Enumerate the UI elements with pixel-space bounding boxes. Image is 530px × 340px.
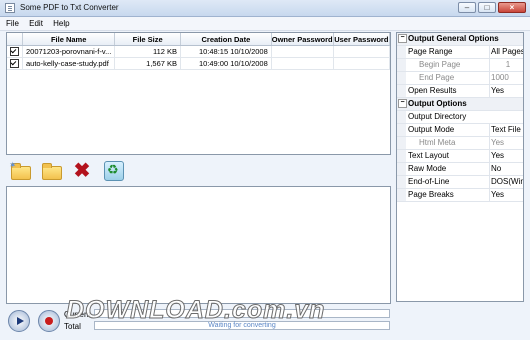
table-row[interactable]: 20071203-porovnani-f-v... 112 KB 10:48:1… — [7, 45, 391, 58]
row-checkbox[interactable] — [10, 59, 19, 68]
maximize-button[interactable]: □ — [478, 2, 496, 13]
col-check[interactable] — [7, 33, 23, 46]
creation-date-cell: 10:48:15 10/10/2008 — [180, 45, 272, 58]
start-convert-button[interactable] — [8, 310, 30, 332]
prop-label: Text Layout — [408, 151, 449, 160]
file-size-cell: 112 KB — [114, 45, 182, 58]
col-file-size[interactable]: File Size — [114, 33, 182, 46]
prop-value[interactable]: Yes — [489, 85, 523, 97]
prop-value[interactable]: Text File — [489, 124, 523, 136]
prop-label: Output Directory — [408, 112, 467, 121]
prop-output-directory[interactable]: Output Directory — [397, 111, 523, 124]
col-file-name[interactable]: File Name — [22, 33, 116, 46]
watermark: DOWNLOAD.com.vn — [65, 296, 326, 325]
file-toolbar: ✶ ✖ — [6, 158, 391, 186]
properties-panel[interactable]: Output General Options Page Range All Pag… — [396, 32, 524, 302]
file-list[interactable]: File Name File Size Creation Date Owner … — [6, 32, 391, 155]
prop-value: 1000 — [489, 72, 523, 84]
window-controls: – □ × — [458, 2, 526, 13]
menu-bar: File Edit Help — [0, 17, 530, 31]
menu-edit[interactable]: Edit — [29, 17, 43, 31]
window-title: Some PDF to Txt Converter — [20, 3, 119, 12]
prop-end-of-line[interactable]: End-of-Line DOS(Wind — [397, 176, 523, 189]
prop-raw-mode[interactable]: Raw Mode No — [397, 163, 523, 176]
prop-label: Raw Mode — [408, 164, 447, 173]
file-name-cell: 20071203-porovnani-f-v... — [22, 45, 116, 58]
owner-password-cell[interactable] — [271, 45, 334, 58]
prop-value[interactable]: Yes — [489, 189, 523, 201]
file-size-cell: 1,567 KB — [114, 57, 182, 70]
category-output-general-options[interactable]: Output General Options — [397, 33, 523, 46]
app-icon — [5, 3, 15, 13]
prop-end-page: End Page 1000 — [397, 72, 523, 85]
prop-value: Yes — [489, 137, 523, 149]
prop-page-range[interactable]: Page Range All Pages — [397, 46, 523, 59]
table-row[interactable]: auto-kelly-case-study.pdf 1,567 KB 10:49… — [7, 57, 391, 70]
prop-open-results[interactable]: Open Results Yes — [397, 85, 523, 98]
prop-label: End-of-Line — [408, 177, 450, 186]
prop-output-mode[interactable]: Output Mode Text File — [397, 124, 523, 137]
prop-label: Begin Page — [419, 60, 461, 69]
file-name-cell: auto-kelly-case-study.pdf — [22, 57, 116, 70]
menu-help[interactable]: Help — [53, 17, 69, 31]
col-owner-password[interactable]: Owner Password — [271, 33, 334, 46]
user-password-cell[interactable] — [333, 57, 391, 70]
stop-button[interactable] — [38, 310, 60, 332]
prop-label: Page Breaks — [408, 190, 454, 199]
clear-icon[interactable] — [104, 161, 124, 181]
prop-html-meta: Html Meta Yes — [397, 137, 523, 150]
col-user-password[interactable]: User Password — [333, 33, 391, 46]
menu-file[interactable]: File — [6, 17, 19, 31]
prop-value[interactable]: Yes — [489, 150, 523, 162]
prop-value[interactable]: DOS(Wind — [489, 176, 523, 188]
prop-value: 1 — [489, 59, 523, 71]
prop-label: Output Mode — [408, 125, 455, 134]
open-folder-icon[interactable] — [42, 163, 62, 180]
owner-password-cell[interactable] — [271, 57, 334, 70]
minimize-button[interactable]: – — [458, 2, 476, 13]
category-label: Output General Options — [408, 34, 499, 43]
file-list-header: File Name File Size Creation Date Owner … — [7, 33, 391, 46]
title-bar: Some PDF to Txt Converter – □ × — [0, 0, 530, 17]
prop-label: Page Range — [408, 47, 453, 56]
close-button[interactable]: × — [498, 2, 526, 13]
prop-page-breaks[interactable]: Page Breaks Yes — [397, 189, 523, 202]
prop-label: Open Results — [408, 86, 457, 95]
prop-value[interactable]: All Pages — [489, 46, 523, 58]
category-label: Output Options — [408, 99, 467, 108]
prop-text-layout[interactable]: Text Layout Yes — [397, 150, 523, 163]
prop-value[interactable]: No — [489, 163, 523, 175]
prop-label: End Page — [419, 73, 455, 82]
row-checkbox[interactable] — [10, 47, 19, 56]
category-output-options[interactable]: Output Options — [397, 98, 523, 111]
remove-icon[interactable]: ✖ — [72, 161, 92, 181]
prop-label: Html Meta — [419, 138, 456, 147]
user-password-cell[interactable] — [333, 45, 391, 58]
col-creation-date[interactable]: Creation Date — [180, 33, 272, 46]
log-panel[interactable] — [6, 186, 391, 304]
creation-date-cell: 10:49:00 10/10/2008 — [180, 57, 272, 70]
add-file-icon[interactable]: ✶ — [9, 160, 31, 180]
prop-begin-page: Begin Page 1 — [397, 59, 523, 72]
